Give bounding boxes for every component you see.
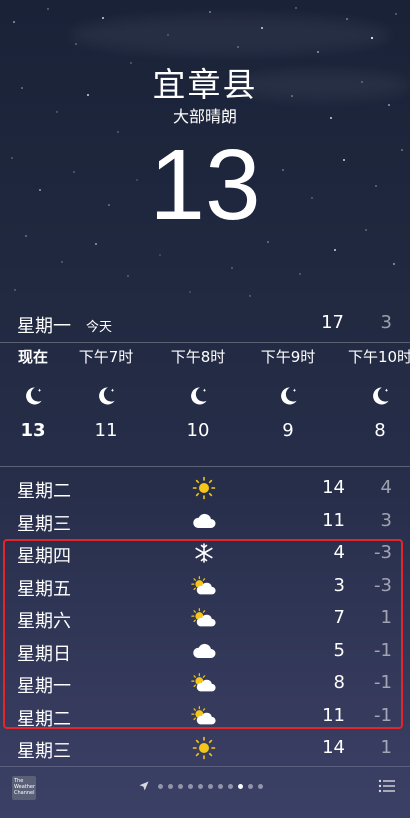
page-dot xyxy=(168,783,173,789)
page-dot xyxy=(178,783,183,789)
moon-icon xyxy=(248,376,328,416)
daily-row: 星期六 7 1 xyxy=(0,602,410,635)
day-name: 星期二 xyxy=(17,708,71,730)
city-name: 宜章县 xyxy=(152,65,258,104)
hour-temp: 9 xyxy=(282,420,294,441)
hour-temp: 8 xyxy=(374,420,386,441)
daily-row: 星期三 11 3 xyxy=(0,505,410,538)
day-high: 7 xyxy=(333,607,345,628)
snow-icon xyxy=(191,541,217,565)
daily-row: 星期二 11 -1 xyxy=(0,700,410,733)
today-low: 3 xyxy=(380,312,392,333)
daily-row: 星期日 5 -1 xyxy=(0,635,410,668)
daily-row: 星期五 3 -3 xyxy=(0,570,410,603)
hourly-item: 下午7时 11 xyxy=(66,346,146,441)
day-low: 1 xyxy=(380,607,392,628)
bottom-toolbar: The Weather Channel xyxy=(0,768,410,818)
page-dot-active xyxy=(238,783,243,789)
weather-channel-logo[interactable]: The Weather Channel xyxy=(12,776,36,800)
day-name: 星期三 xyxy=(17,513,71,535)
sun-icon xyxy=(191,476,217,500)
day-low: 1 xyxy=(380,737,392,758)
day-name: 星期二 xyxy=(17,481,71,502)
page-dot xyxy=(218,783,223,789)
daily-row: 星期一 8 -1 xyxy=(0,667,410,700)
page-dot xyxy=(198,783,203,789)
hourly-item: 下午9时 9 xyxy=(248,346,328,441)
day-name: 星期日 xyxy=(17,643,71,665)
page-dot xyxy=(228,783,233,789)
daily-row: 星期二 14 4 xyxy=(0,472,410,505)
divider xyxy=(0,766,410,767)
location-arrow-icon xyxy=(139,781,149,791)
day-name: 星期四 xyxy=(17,546,71,567)
day-high: 11 xyxy=(322,509,345,531)
cloud-icon xyxy=(191,509,217,533)
page-dot xyxy=(188,783,193,789)
moon-icon xyxy=(158,376,238,416)
day-name: 星期一 xyxy=(17,676,71,697)
day-name: 星期六 xyxy=(17,611,71,632)
weather-condition: 大部晴朗 xyxy=(172,107,237,126)
page-indicator[interactable] xyxy=(139,780,263,792)
today-high: 17 xyxy=(321,312,344,333)
divider xyxy=(0,466,410,467)
sun-icon xyxy=(191,736,217,760)
hour-temp: 11 xyxy=(94,420,118,441)
day-name: 星期三 xyxy=(17,741,71,762)
page-dot xyxy=(158,783,163,789)
today-row: 星期一 今天 17 3 xyxy=(0,308,410,338)
hour-label: 下午9时 xyxy=(260,348,316,366)
day-high: 3 xyxy=(333,574,345,596)
hourly-forecast[interactable]: 现在 13 下午7时 11 下午8时 10 下午9时 9 下午10时 8 xyxy=(0,346,410,461)
moon-icon xyxy=(66,376,146,416)
day-low: 3 xyxy=(380,509,392,531)
day-low: -3 xyxy=(374,574,392,596)
page-dot xyxy=(258,783,263,789)
logo-text: The Weather Channel xyxy=(14,778,36,796)
partly-cloudy-icon xyxy=(191,671,217,695)
moon-icon xyxy=(340,376,410,416)
day-high: 5 xyxy=(333,639,345,661)
day-low: -1 xyxy=(374,672,392,693)
list-icon[interactable] xyxy=(378,778,396,794)
today-day: 星期一 xyxy=(17,316,71,337)
partly-cloudy-icon xyxy=(191,704,217,728)
cloud-streak xyxy=(70,15,390,55)
hourly-item: 下午8时 10 xyxy=(158,346,238,441)
day-low: -1 xyxy=(374,639,392,661)
moon-icon xyxy=(0,376,73,416)
partly-cloudy-icon xyxy=(191,606,217,630)
hourly-item: 下午10时 8 xyxy=(340,346,410,441)
hour-temp: 10 xyxy=(186,420,210,441)
daily-forecast[interactable]: 星期二 14 4 星期三 11 3 星期四 4 -3 星期五 3 -3 星期六 … xyxy=(0,472,410,765)
day-high: 8 xyxy=(333,672,345,693)
day-name: 星期五 xyxy=(17,578,71,600)
day-high: 11 xyxy=(322,704,345,726)
hour-label: 下午8时 xyxy=(170,348,226,366)
hourly-item: 现在 13 xyxy=(0,346,73,441)
hour-label: 下午10时 xyxy=(347,348,410,366)
day-low: -3 xyxy=(374,542,392,563)
page-dot xyxy=(248,783,253,789)
partly-cloudy-icon xyxy=(191,574,217,598)
daily-row: 星期三 14 1 xyxy=(0,732,410,765)
hour-label: 现在 xyxy=(17,348,48,366)
day-low: -1 xyxy=(374,704,392,726)
page-dot xyxy=(208,783,213,789)
today-tag: 今天 xyxy=(86,320,113,335)
cloud-icon xyxy=(191,639,217,663)
day-high: 4 xyxy=(333,542,345,563)
hour-label: 下午7时 xyxy=(78,348,134,366)
daily-row: 星期四 4 -3 xyxy=(0,537,410,570)
current-temperature: 13 xyxy=(149,129,261,241)
hour-temp: 13 xyxy=(20,420,46,441)
day-low: 4 xyxy=(380,477,392,498)
day-high: 14 xyxy=(322,737,345,758)
day-high: 14 xyxy=(322,477,345,498)
divider xyxy=(0,342,410,343)
